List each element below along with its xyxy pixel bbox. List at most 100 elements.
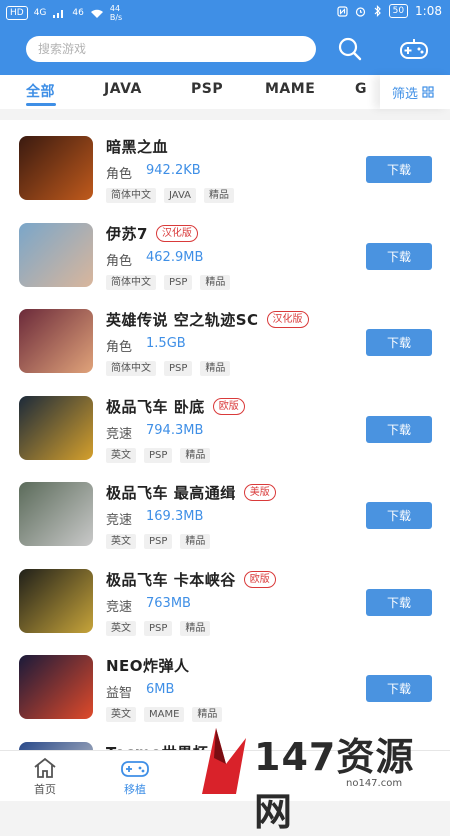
download-button[interactable]: 下载 (366, 156, 432, 183)
tab-psp[interactable]: PSP (191, 81, 223, 97)
watermark-url: no147.com (346, 778, 403, 789)
game-tags: 英文 PSP 精品 (106, 620, 211, 636)
search-icon[interactable] (335, 34, 365, 64)
game-tag: 精品 (204, 188, 235, 203)
list-item[interactable]: 极品飞车 最高通缉 美版 竞速 169.3MB 英文 PSP 精品 下载 (0, 466, 450, 552)
game-tag: 简体中文 (106, 361, 156, 376)
game-category: 竞速 (106, 513, 133, 528)
signal-4g-label: 4G (33, 8, 47, 18)
game-title: 英雄传说 空之轨迹SC (106, 311, 259, 329)
version-badge: 美版 (243, 484, 276, 501)
bluetooth-icon (374, 5, 381, 17)
watermark: 147资源网 no147.com (196, 714, 446, 834)
game-tag: 简体中文 (106, 188, 156, 203)
game-tag: MAME (144, 707, 185, 722)
search-bar[interactable] (26, 36, 316, 62)
game-meta: 竞速 794.3MB (106, 423, 203, 442)
game-thumbnail[interactable] (19, 395, 93, 460)
game-thumbnail[interactable] (19, 136, 93, 200)
game-title-row: 极品飞车 最高通缉 美版 (106, 482, 276, 503)
game-category: 角色 (106, 167, 133, 182)
tab-more[interactable]: G (355, 81, 367, 97)
list-item[interactable]: 英雄传说 空之轨迹SC 汉化版角色 1.5GB 简体中文 PSP 精品 下载 (0, 293, 450, 379)
tab-all[interactable]: 全部 (26, 81, 55, 101)
active-tab-indicator (26, 103, 56, 106)
game-thumbnail[interactable] (19, 568, 93, 633)
game-tag: 精品 (200, 361, 231, 376)
version-badge: 汉化版 (155, 224, 198, 242)
game-tag: PSP (144, 447, 173, 463)
network-speed: 44 B/s (109, 4, 123, 22)
version-badge: 欧版 (212, 397, 245, 415)
game-title: 极品飞车 最高通缉 (106, 484, 236, 502)
game-meta: 角色 942.2KB (106, 163, 201, 182)
gamepad-nav-icon (121, 761, 149, 777)
game-tag: 精品 (200, 274, 231, 290)
version-badge: 汉化版 (266, 311, 309, 328)
tab-mame[interactable]: MAME (265, 81, 315, 97)
nfc-icon (336, 5, 348, 17)
version-badge: 欧版 (243, 570, 276, 588)
game-category: 竞速 (106, 599, 133, 615)
game-size: 1.5GB (146, 336, 186, 351)
game-title: NEO炸弹人 (106, 657, 190, 675)
list-item[interactable]: NEO炸弹人 益智 6MB 英文 MAME 精品 下载 (0, 639, 450, 725)
list-item[interactable]: 极品飞车 卡本峡谷 欧版 竞速 763MB 英文 PSP 精品 下载 (0, 553, 450, 639)
game-size: 6MB (146, 682, 175, 697)
home-icon (34, 757, 56, 778)
game-title: Tecmo世界杯 (106, 742, 208, 751)
game-size: 942.2KB (146, 163, 201, 178)
game-tag: PSP (144, 534, 173, 549)
game-size: 462.9MB (146, 249, 204, 265)
game-tags: 英文 PSP 精品 (106, 447, 211, 463)
download-button[interactable]: 下载 (366, 415, 432, 443)
search-input[interactable] (26, 36, 298, 62)
game-tags: 简体中文 PSP 精品 (106, 361, 231, 376)
game-title: 伊苏7 (106, 224, 148, 243)
download-button[interactable]: 下载 (366, 675, 432, 702)
game-title-row: 伊苏7 汉化版 (106, 223, 198, 244)
game-title-row: NEO炸弹人 (106, 655, 190, 676)
download-button[interactable]: 下载 (366, 588, 432, 616)
game-tags: 简体中文 JAVA 精品 (106, 188, 235, 203)
game-thumbnail[interactable] (19, 741, 93, 750)
game-tags: 简体中文 PSP 精品 (106, 274, 231, 290)
nav-home[interactable]: 首页 (15, 757, 75, 797)
gamepad-icon[interactable] (399, 34, 429, 64)
grid-filter-icon (422, 86, 434, 98)
game-thumbnail[interactable] (19, 222, 93, 287)
game-size: 169.3MB (146, 509, 204, 524)
game-thumbnail[interactable] (19, 482, 93, 546)
game-category: 角色 (106, 340, 133, 355)
battery-indicator: 50 (388, 4, 409, 18)
signal-icon (53, 9, 64, 18)
game-tag: 英文 (106, 707, 136, 722)
tab-java[interactable]: JAVA (104, 81, 142, 97)
game-title-row: 英雄传说 空之轨迹SC 汉化版 (106, 309, 309, 330)
game-title-row: 极品飞车 卧底 欧版 (106, 396, 245, 417)
game-meta: 角色 1.5GB (106, 336, 186, 355)
list-item[interactable]: 极品飞车 卧底 欧版 竞速 794.3MB 英文 PSP 精品 下载 (0, 380, 450, 466)
game-title-row: Tecmo世界杯 (106, 742, 208, 751)
game-thumbnail[interactable] (19, 309, 93, 373)
game-tag: 精品 (180, 534, 211, 549)
game-tag: 精品 (180, 447, 211, 463)
game-list: 暗黑之血 角色 942.2KB 简体中文 JAVA 精品 下载 伊苏7 汉化版 角色 462.9MB… (0, 120, 450, 750)
watermark-logo (202, 728, 246, 794)
game-meta: 角色 462.9MB (106, 250, 203, 269)
filter-button[interactable]: 筛选 (380, 75, 450, 109)
nav-port[interactable]: 移植 (105, 757, 165, 797)
game-title-row: 暗黑之血 (106, 136, 168, 157)
game-category: 角色 (106, 253, 133, 269)
game-tag: JAVA (164, 188, 197, 203)
game-category: 竞速 (106, 426, 133, 442)
download-button[interactable]: 下载 (366, 242, 432, 270)
list-item[interactable]: 暗黑之血角色 942.2KB 简体中文 JAVA 精品 下载 (0, 120, 450, 206)
game-thumbnail[interactable] (19, 655, 93, 719)
list-item[interactable]: 伊苏7 汉化版角色 462.9MB 简体中文 PSP 精品 下载 (0, 207, 450, 293)
alarm-icon (355, 6, 365, 17)
download-button[interactable]: 下载 (366, 329, 432, 356)
game-tag: 英文 (106, 447, 136, 463)
game-tags: 英文 PSP 精品 (106, 534, 211, 549)
download-button[interactable]: 下载 (366, 502, 432, 529)
